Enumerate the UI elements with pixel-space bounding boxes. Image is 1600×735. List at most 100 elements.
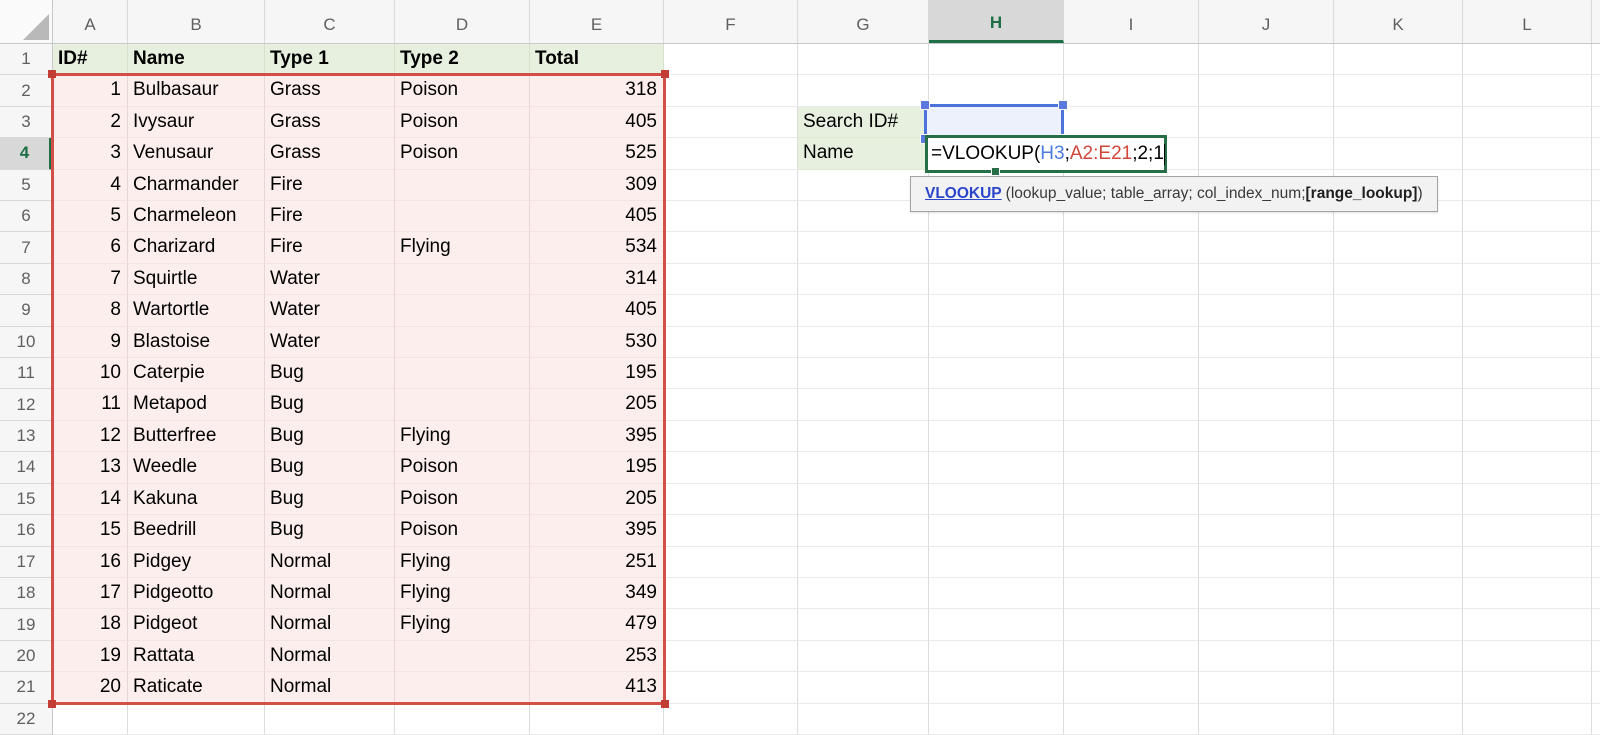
cell-J11[interactable] (1199, 358, 1334, 389)
column-header-D[interactable]: D (395, 0, 530, 43)
cell-L9[interactable] (1463, 295, 1592, 326)
cell-K14[interactable] (1334, 452, 1463, 483)
column-header-K[interactable]: K (1334, 0, 1463, 43)
cell-H18[interactable] (929, 578, 1064, 609)
cell-F22[interactable] (664, 704, 798, 735)
cell-H15[interactable] (929, 484, 1064, 515)
cell-E1[interactable]: Total (530, 44, 664, 75)
row-header-16[interactable]: 16 (0, 515, 52, 546)
cell-L2[interactable] (1463, 75, 1592, 106)
cell-C1[interactable]: Type 1 (265, 44, 395, 75)
cell-I2[interactable] (1064, 75, 1199, 106)
cell-F18[interactable] (664, 578, 798, 609)
cell-K21[interactable] (1334, 672, 1463, 703)
row-header-7[interactable]: 7 (0, 232, 52, 263)
cell-F7[interactable] (664, 232, 798, 263)
cell-M7[interactable] (1592, 232, 1600, 263)
cell-M16[interactable] (1592, 515, 1600, 546)
row-header-9[interactable]: 9 (0, 295, 52, 326)
cell-M1[interactable] (1592, 44, 1600, 75)
cell-F6[interactable] (664, 201, 798, 232)
row-header-17[interactable]: 17 (0, 547, 52, 578)
cell-M15[interactable] (1592, 484, 1600, 515)
cell-M12[interactable] (1592, 389, 1600, 420)
cell-I9[interactable] (1064, 295, 1199, 326)
edit-cell-fill-handle[interactable] (992, 168, 999, 175)
cell-G12[interactable] (798, 389, 929, 420)
cell-G8[interactable] (798, 264, 929, 295)
cell-G9[interactable] (798, 295, 929, 326)
cell-H12[interactable] (929, 389, 1064, 420)
cell-G19[interactable] (798, 609, 929, 640)
cell-J17[interactable] (1199, 547, 1334, 578)
cell-B22[interactable] (128, 704, 265, 735)
cell-J18[interactable] (1199, 578, 1334, 609)
cell-A22[interactable] (53, 704, 128, 735)
cell-J1[interactable] (1199, 44, 1334, 75)
cell-K1[interactable] (1334, 44, 1463, 75)
cell-L10[interactable] (1463, 327, 1592, 358)
cell-M5[interactable] (1592, 170, 1600, 201)
cell-J3[interactable] (1199, 107, 1334, 138)
cell-M20[interactable] (1592, 641, 1600, 672)
cell-K12[interactable] (1334, 389, 1463, 420)
cell-L12[interactable] (1463, 389, 1592, 420)
cell-M14[interactable] (1592, 452, 1600, 483)
cell-H8[interactable] (929, 264, 1064, 295)
row-header-14[interactable]: 14 (0, 452, 52, 483)
row-header-20[interactable]: 20 (0, 641, 52, 672)
cell-L20[interactable] (1463, 641, 1592, 672)
cell-H20[interactable] (929, 641, 1064, 672)
cell-H16[interactable] (929, 515, 1064, 546)
column-header-B[interactable]: B (128, 0, 265, 43)
range-handle-bottom-left[interactable] (48, 700, 56, 708)
cell-L17[interactable] (1463, 547, 1592, 578)
row-header-18[interactable]: 18 (0, 578, 52, 609)
cell-L16[interactable] (1463, 515, 1592, 546)
cell-L4[interactable] (1463, 138, 1592, 169)
cell-L22[interactable] (1463, 704, 1592, 735)
cell-H14[interactable] (929, 452, 1064, 483)
cell-G4[interactable]: Name (798, 138, 929, 169)
cell-D1[interactable]: Type 2 (395, 44, 530, 75)
cell-F21[interactable] (664, 672, 798, 703)
cell-I19[interactable] (1064, 609, 1199, 640)
cell-F12[interactable] (664, 389, 798, 420)
cell-J19[interactable] (1199, 609, 1334, 640)
row-header-8[interactable]: 8 (0, 264, 52, 295)
cell-F9[interactable] (664, 295, 798, 326)
cell-K20[interactable] (1334, 641, 1463, 672)
cell-K17[interactable] (1334, 547, 1463, 578)
cell-I11[interactable] (1064, 358, 1199, 389)
cell-J12[interactable] (1199, 389, 1334, 420)
cell-L18[interactable] (1463, 578, 1592, 609)
cell-J9[interactable] (1199, 295, 1334, 326)
cell-H10[interactable] (929, 327, 1064, 358)
cell-C22[interactable] (265, 704, 395, 735)
cell-H11[interactable] (929, 358, 1064, 389)
row-header-11[interactable]: 11 (0, 358, 52, 389)
row-header-3[interactable]: 3 (0, 107, 52, 138)
cell-F15[interactable] (664, 484, 798, 515)
cell-M13[interactable] (1592, 421, 1600, 452)
select-all-corner[interactable] (0, 0, 53, 44)
cell-G10[interactable] (798, 327, 929, 358)
column-header-A[interactable]: A (53, 0, 128, 43)
cell-M3[interactable] (1592, 107, 1600, 138)
cell-G16[interactable] (798, 515, 929, 546)
cell-J16[interactable] (1199, 515, 1334, 546)
cell-G15[interactable] (798, 484, 929, 515)
cell-G17[interactable] (798, 547, 929, 578)
cell-L15[interactable] (1463, 484, 1592, 515)
cell-M4[interactable] (1592, 138, 1600, 169)
cell-K8[interactable] (1334, 264, 1463, 295)
cell-K11[interactable] (1334, 358, 1463, 389)
cell-G20[interactable] (798, 641, 929, 672)
row-header-22[interactable]: 22 (0, 704, 52, 735)
cell-J4[interactable] (1199, 138, 1334, 169)
range-handle-top-left[interactable] (48, 70, 56, 78)
cell-F13[interactable] (664, 421, 798, 452)
cell-F11[interactable] (664, 358, 798, 389)
cell-M18[interactable] (1592, 578, 1600, 609)
cell-I17[interactable] (1064, 547, 1199, 578)
